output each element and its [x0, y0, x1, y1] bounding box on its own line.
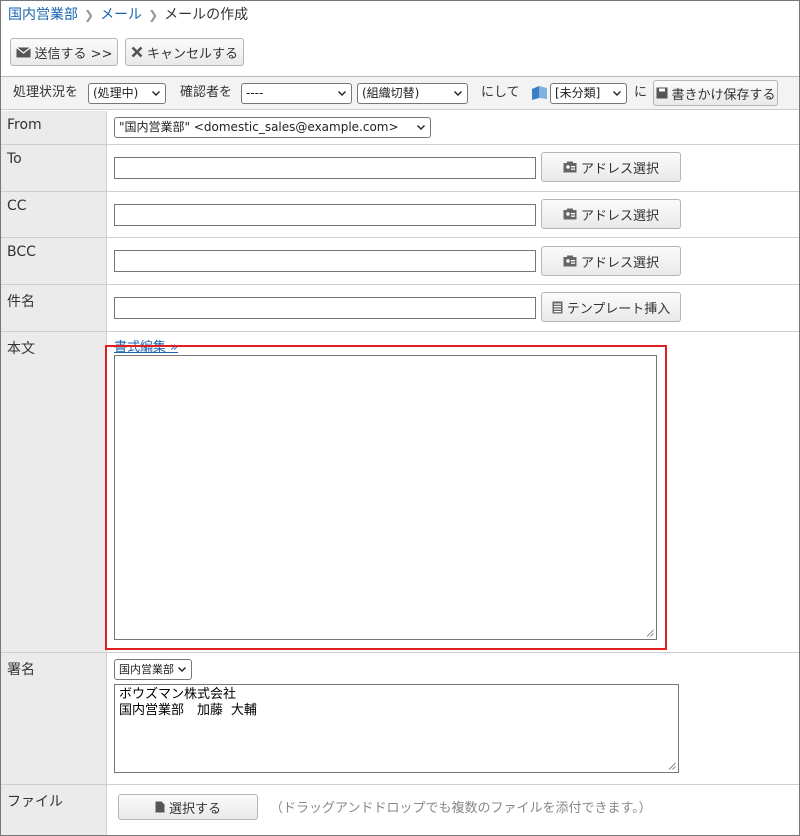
template-insert-label: テンプレート挿入	[566, 301, 671, 317]
cc-address-select-button[interactable]: アドレス選択	[541, 199, 681, 229]
page-title: メールの作成	[164, 7, 249, 23]
cc-label: CC	[1, 192, 107, 237]
from-label: From	[1, 111, 107, 144]
bcc-input[interactable]	[114, 250, 536, 272]
folder-select[interactable]: [未分類]	[550, 83, 627, 104]
bcc-label: BCC	[1, 238, 107, 284]
cc-address-select-label: アドレス選択	[580, 208, 659, 224]
file-select-button[interactable]: 選択する	[118, 794, 258, 820]
chevron-down-icon	[417, 125, 425, 130]
to-input[interactable]	[114, 157, 536, 179]
from-select[interactable]: "国内営業部" <domestic_sales@example.com>	[114, 117, 431, 138]
cancel-button-label: キャンセルする	[147, 46, 239, 62]
org-switch-select-value: (組織切替)	[362, 86, 420, 100]
status-label: 処理状況を	[13, 85, 79, 100]
signature-select[interactable]: 国内営業部	[114, 659, 192, 680]
draft-save-button[interactable]: 書きかけ保存する	[653, 80, 778, 106]
draft-save-label: 書きかけ保存する	[671, 87, 776, 103]
to-label: To	[1, 145, 107, 191]
ni-label: に	[634, 85, 648, 100]
to-row: To アドレス選択	[1, 145, 799, 192]
breadcrumb: 国内営業部 ❯ メール ❯ メールの作成	[8, 5, 248, 25]
address-book-icon	[563, 255, 577, 267]
file-icon	[155, 801, 165, 813]
subject-row: 件名 テンプレート挿入	[1, 285, 799, 332]
confirmer-label: 確認者を	[180, 85, 233, 100]
close-icon	[131, 46, 143, 58]
body-textarea[interactable]	[114, 355, 657, 640]
chevron-down-icon	[338, 91, 346, 96]
send-button-label: 送信する >>	[34, 46, 113, 62]
folder-icon	[532, 86, 547, 100]
subject-label: 件名	[1, 285, 107, 331]
chevron-down-icon	[178, 667, 186, 672]
nishite-label: にして	[481, 85, 520, 100]
org-switch-select[interactable]: (組織切替)	[357, 83, 468, 104]
bcc-address-select-button[interactable]: アドレス選択	[541, 246, 681, 276]
chevron-right-icon: ❯	[148, 8, 159, 22]
status-select[interactable]: (処理中)	[88, 83, 166, 104]
bcc-address-select-label: アドレス選択	[580, 255, 659, 271]
address-book-icon	[563, 161, 577, 173]
template-document-icon	[552, 301, 563, 313]
bcc-row: BCC アドレス選択	[1, 238, 799, 285]
from-select-value: "国内営業部" <domestic_sales@example.com>	[119, 120, 399, 134]
address-book-icon	[563, 208, 577, 220]
body-label: 本文	[1, 332, 107, 652]
signature-row: 署名 国内営業部 ボウズマン株式会社 国内営業部 加藤 大輔	[1, 653, 799, 785]
template-insert-button[interactable]: テンプレート挿入	[541, 292, 681, 322]
breadcrumb-link-mail[interactable]: メール	[100, 7, 142, 23]
subject-input[interactable]	[114, 297, 536, 319]
cc-input[interactable]	[114, 204, 536, 226]
file-drop-hint: （ドラッグアンドドロップでも複数のファイルを添付できます。）	[270, 801, 652, 816]
resize-grip-icon	[668, 762, 676, 770]
signature-select-value: 国内営業部	[119, 663, 174, 676]
envelope-icon	[15, 46, 31, 57]
confirmer-select[interactable]: ----	[241, 83, 352, 104]
folder-select-value: [未分類]	[555, 86, 601, 100]
chevron-right-icon: ❯	[84, 8, 95, 22]
cc-row: CC アドレス選択	[1, 192, 799, 238]
from-row: From "国内営業部" <domestic_sales@example.com…	[1, 111, 799, 145]
resize-grip-icon	[646, 629, 654, 637]
save-icon	[656, 87, 667, 99]
format-edit-link[interactable]: 書式編集 »	[114, 336, 178, 355]
file-select-label: 選択する	[168, 801, 221, 817]
status-bar: 処理状況を (処理中) 確認者を ---- (組織切替) にして [未分類] に…	[1, 76, 799, 110]
to-address-select-button[interactable]: アドレス選択	[541, 152, 681, 182]
chevron-down-icon	[613, 91, 621, 96]
file-label: ファイル	[1, 785, 107, 835]
send-button[interactable]: 送信する >>	[10, 38, 118, 66]
breadcrumb-link-department[interactable]: 国内営業部	[8, 7, 78, 23]
confirmer-select-value: ----	[246, 86, 264, 100]
status-select-value: (処理中)	[93, 86, 139, 100]
chevron-down-icon	[454, 91, 462, 96]
signature-text: ボウズマン株式会社 国内営業部 加藤 大輔	[119, 687, 257, 718]
cancel-button[interactable]: キャンセルする	[125, 38, 244, 66]
chevron-down-icon	[152, 91, 160, 96]
signature-textarea[interactable]: ボウズマン株式会社 国内営業部 加藤 大輔	[114, 684, 679, 773]
signature-label: 署名	[1, 653, 107, 784]
to-address-select-label: アドレス選択	[580, 161, 659, 177]
